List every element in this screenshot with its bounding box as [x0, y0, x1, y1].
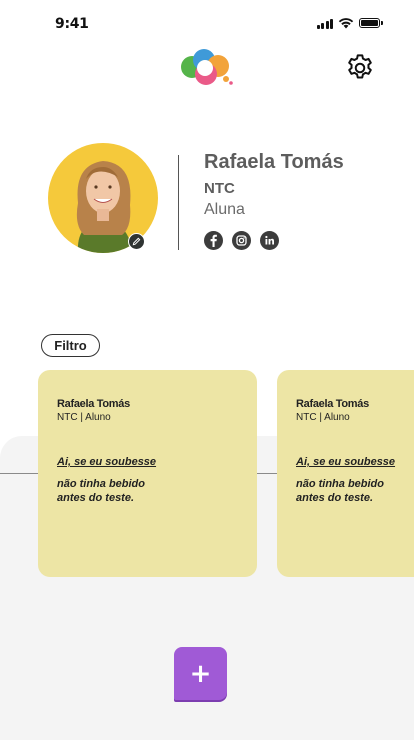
- edit-avatar-button[interactable]: [128, 233, 145, 250]
- linkedin-icon: [265, 235, 274, 245]
- status-bar: 9:41: [0, 0, 414, 44]
- card-author: Rafaela Tomás: [296, 398, 369, 410]
- pencil-icon: [132, 237, 141, 246]
- card-title: Ai, se eu soubesse: [57, 456, 157, 468]
- wifi-icon: [338, 18, 354, 29]
- social-links: [204, 231, 279, 250]
- profile-divider: [178, 155, 179, 250]
- cellular-signal-icon: [316, 18, 333, 29]
- profile-avatar: [48, 143, 158, 253]
- post-card[interactable]: Rafaela Tomás NTC | Aluno Ai, se eu soub…: [277, 370, 414, 577]
- status-icons: [316, 17, 383, 29]
- filter-button[interactable]: Filtro: [41, 334, 100, 357]
- card-body: não tinha bebido antes do teste.: [57, 478, 145, 504]
- linkedin-link[interactable]: [260, 231, 279, 250]
- status-time: 9:41: [55, 16, 89, 32]
- profile-role: Aluna: [204, 201, 245, 218]
- instagram-link[interactable]: [232, 231, 251, 250]
- add-post-button[interactable]: +: [174, 647, 227, 700]
- profile-name: Rafaela Tomás: [204, 151, 344, 173]
- facebook-link[interactable]: [204, 231, 223, 250]
- card-meta: NTC | Aluno: [57, 412, 111, 423]
- card-title: Ai, se eu soubesse: [296, 456, 396, 468]
- card-meta: NTC | Aluno: [296, 412, 350, 423]
- facebook-icon: [210, 234, 217, 247]
- post-card[interactable]: Rafaela Tomás NTC | Aluno Ai, se eu soub…: [38, 370, 257, 577]
- battery-icon: [359, 18, 383, 28]
- gear-icon: [348, 54, 372, 79]
- cloud-logo-icon: [181, 49, 233, 85]
- settings-button[interactable]: [344, 52, 376, 84]
- card-author: Rafaela Tomás: [57, 398, 130, 410]
- profile-organization: NTC: [204, 180, 235, 197]
- card-body: não tinha bebido antes do teste.: [296, 478, 384, 504]
- instagram-icon: [236, 235, 247, 246]
